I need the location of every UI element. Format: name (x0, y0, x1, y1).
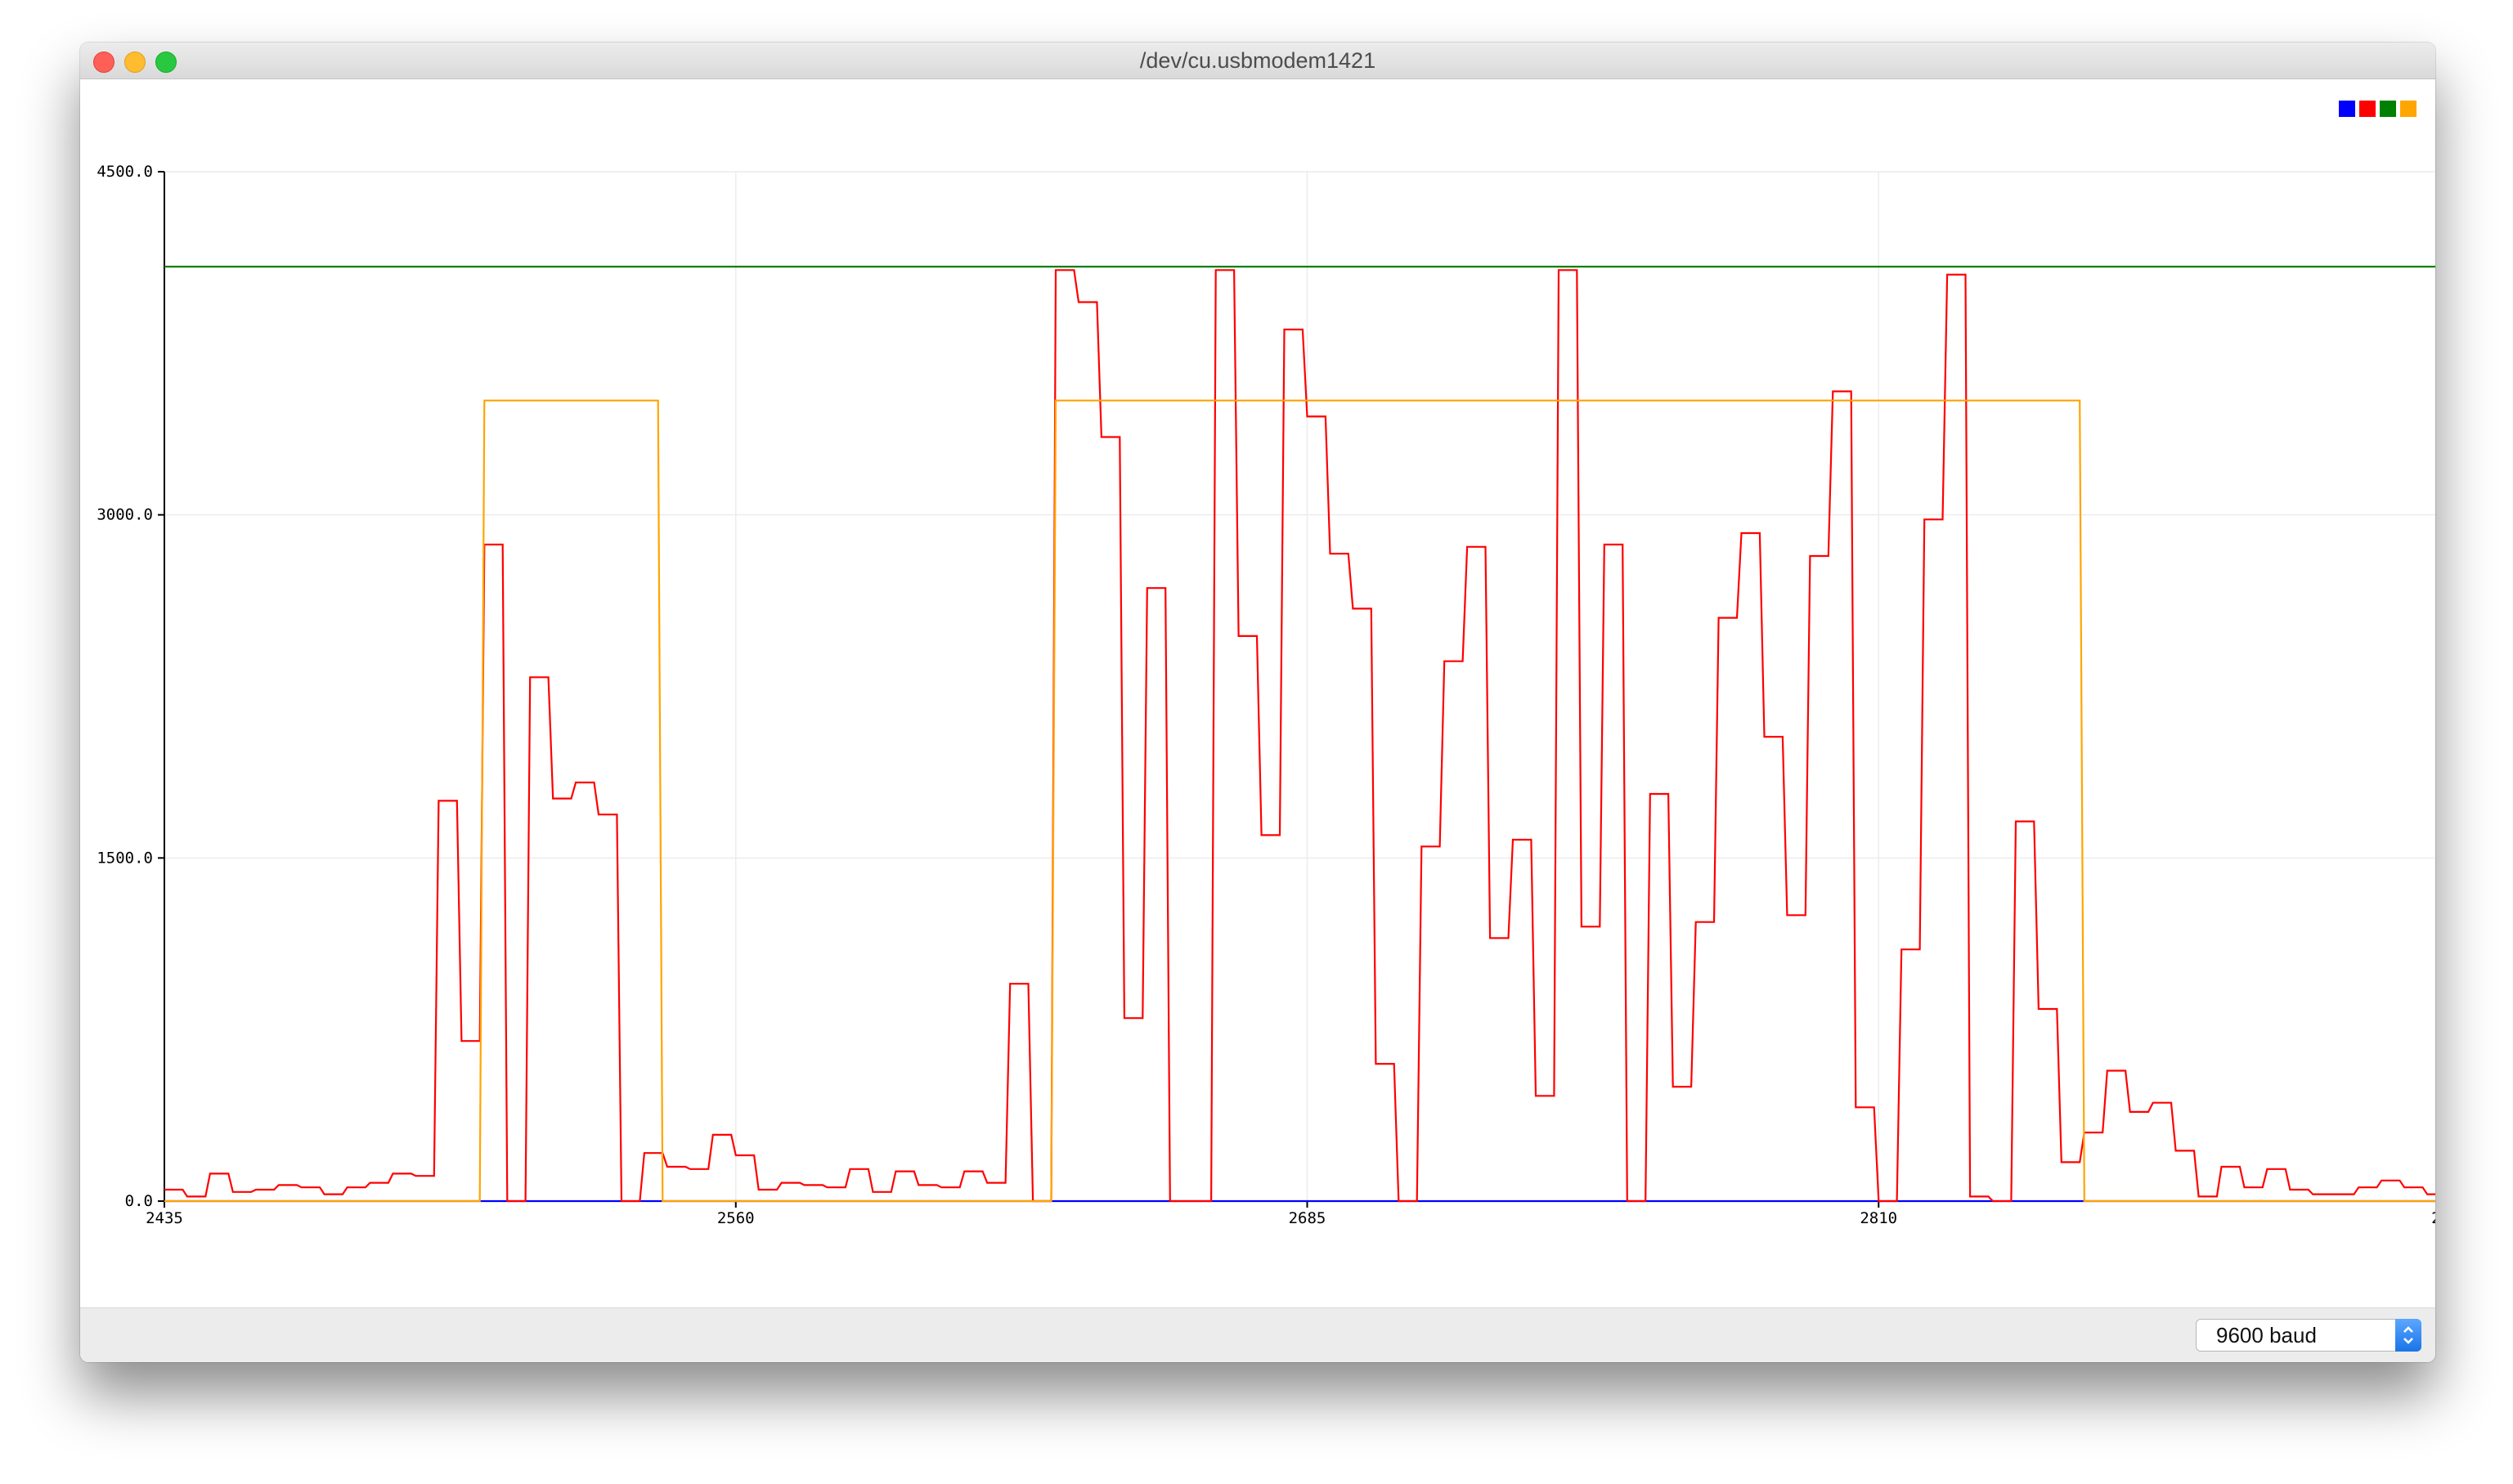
series-line-1 (164, 269, 2435, 1203)
y-tick-label-2: 3000.0 (96, 506, 153, 524)
baud-rate-value: 9600 baud (2216, 1323, 2317, 1347)
y-tick-label-3: 4500.0 (96, 163, 153, 181)
y-tick-label-1: 1500.0 (96, 849, 153, 867)
baud-rate-select[interactable]: 9600 baud (2196, 1319, 2421, 1352)
serial-plotter-area: 0.0 1500.0 3000.0 4500.0 2435 2560 2685 2810 293… (80, 79, 2435, 1307)
plotter-window: /dev/cu.usbmodem1421 0.0 1500.0 3000.0 4500… (80, 43, 2435, 1362)
legend-swatch-1 (2359, 101, 2376, 117)
x-tick-label-3: 2810 (1860, 1209, 1897, 1227)
line-chart: 0.0 1500.0 3000.0 4500.0 2435 2560 2685 2810 293… (96, 163, 2435, 1227)
legend-swatch-3 (2400, 101, 2417, 117)
window-title: /dev/cu.usbmodem1421 (1139, 48, 1376, 73)
bottom-toolbar: 9600 baud (80, 1307, 2435, 1362)
legend (2339, 101, 2417, 117)
legend-swatch-2 (2380, 101, 2396, 117)
legend-swatch-0 (2339, 101, 2355, 117)
up-down-chevron-icon (2395, 1319, 2421, 1352)
x-tick-label-4: 2935 (2431, 1209, 2435, 1227)
y-tick-label-0: 0.0 (125, 1192, 153, 1210)
x-tick-label-0: 2435 (146, 1209, 183, 1227)
x-tick-label-1: 2560 (717, 1209, 755, 1227)
title-bar: /dev/cu.usbmodem1421 (80, 43, 2435, 79)
x-tick-label-2: 2685 (1289, 1209, 1326, 1227)
